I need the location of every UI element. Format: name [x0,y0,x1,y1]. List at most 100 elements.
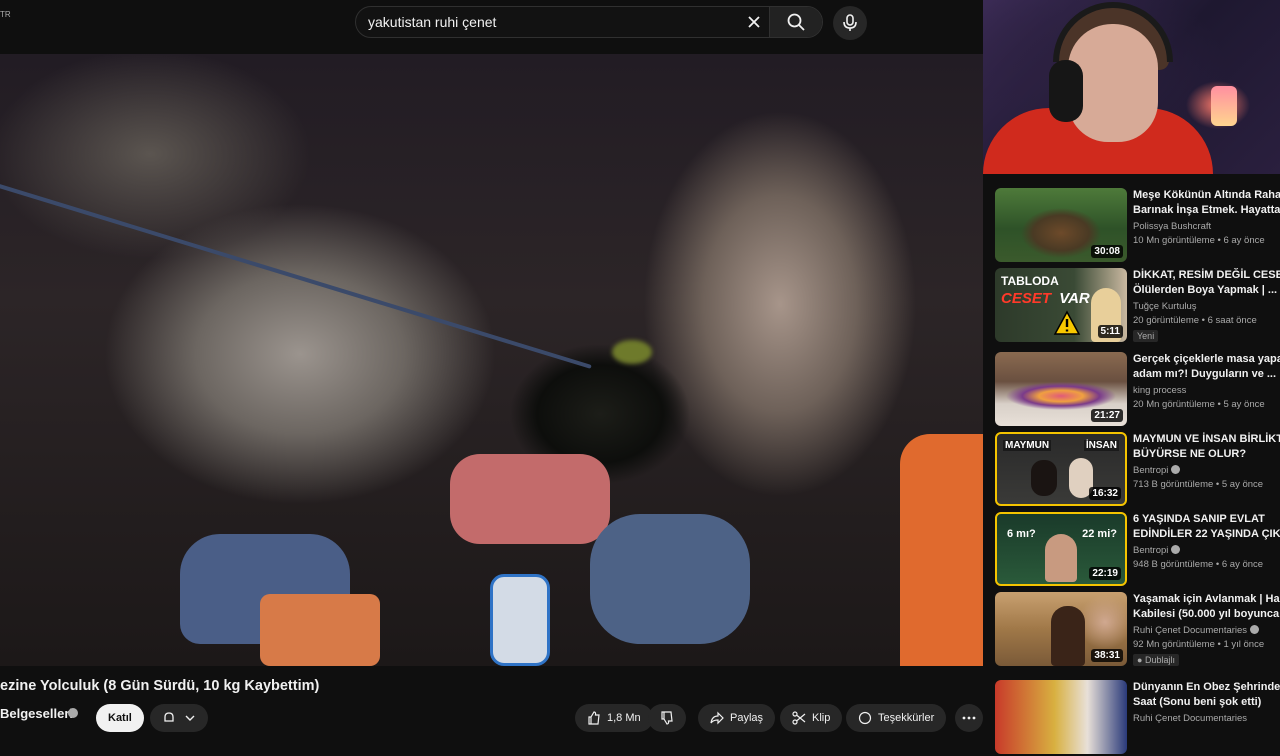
video-duration: 21:27 [1091,409,1123,422]
clip-button[interactable]: Klip [780,704,843,732]
more-actions-button[interactable] [955,704,983,732]
video-thumbnail[interactable]: 21:27 [995,352,1127,426]
clip-label: Klip [812,712,831,724]
video-meta: 10 Mn görüntüleme • 6 ay önce [1133,235,1265,246]
video-channel[interactable]: Tuğçe Kurtuluş [1133,301,1280,312]
video-meta: 713 B görüntüleme • 5 ay önce [1133,479,1264,490]
video-thumbnail[interactable]: TABLODA CESET VAR 5:11 [995,268,1127,342]
dubbed-icon: ● [1137,655,1143,665]
like-count: 1,8 Mn [607,712,641,724]
recommended-video[interactable]: TABLODA CESET VAR 5:11 DİKKAT, RESİM DEĞ… [995,268,1280,344]
video-scene-rope [0,172,592,369]
webcam-lamp [1211,86,1237,126]
video-title[interactable]: adam mı?! Duyguların ve ... [1133,367,1280,382]
video-title[interactable]: EDİNDİLER 22 YAŞINDA ÇIKTI [1133,527,1280,542]
video-scene-bag [260,594,380,666]
thanks-label: Teşekkürler [878,712,935,724]
video-title[interactable]: Dünyanın En Obez Şehrinde 24 [1133,680,1280,695]
recommended-video[interactable]: 30:08 Meşe Kökünün Altında Rahat B Barın… [995,188,1280,264]
video-info: Meşe Kökünün Altında Rahat B Barınak İnş… [1133,188,1280,246]
verified-icon [1171,545,1181,554]
verified-icon [1250,625,1260,634]
search-icon [787,13,805,31]
video-channel[interactable]: Ruhi Çenet Documentaries [1133,625,1280,636]
video-title[interactable]: Barınak İnşa Etmek. Hayatta ... [1133,203,1280,218]
thumbnail-monkey [1031,460,1057,496]
video-meta: 948 B görüntüleme • 6 ay önce [1133,559,1264,570]
scissors-icon [792,711,806,725]
headset-icon [1053,2,1173,62]
video-title[interactable]: Kabilesi (50.000 yıl boyunca ... [1133,607,1280,622]
channel-label: Bentropi [1133,465,1169,476]
video-title[interactable]: Ölülerden Boya Yapmak | ... [1133,283,1280,298]
new-badge: Yeni [1133,330,1159,342]
thumbnail-text: CESET VAR [1001,290,1090,307]
video-title[interactable]: Gerçek çiçeklerle masa yapan [1133,352,1280,367]
video-channel[interactable]: Bentropi [1133,545,1280,556]
video-title[interactable]: 6 YAŞINDA SANIP EVLAT [1133,512,1280,527]
video-thumbnail[interactable] [995,680,1127,754]
share-label: Paylaş [730,712,764,724]
subscribe-bell-button[interactable] [150,704,208,732]
recommended-video[interactable]: MAYMUN İNSAN 16:32 MAYMUN VE İNSAN BİRLİ… [995,432,1280,508]
verified-icon [68,708,78,718]
video-meta: 20 Mn görüntüleme • 5 ay önce [1133,399,1265,410]
search-input[interactable]: yakutistan ruhi çenet [356,14,739,30]
video-channel[interactable]: Bentropi [1133,465,1280,476]
thanks-button[interactable]: Teşekkürler [846,704,947,732]
video-title[interactable]: DİKKAT, RESİM DEĞİL CESET! [1133,268,1280,283]
video-channel[interactable]: Ruhi Çenet Documentaries [1133,713,1280,724]
dubbed-label: Dublajlı [1144,655,1175,665]
video-title[interactable]: Meşe Kökünün Altında Rahat B [1133,188,1280,203]
video-thumbnail[interactable]: MAYMUN İNSAN 16:32 [995,432,1127,506]
video-title[interactable]: MAYMUN VE İNSAN BİRLİKTE [1133,432,1280,447]
share-icon [710,711,724,725]
video-meta: 92 Mn görüntüleme • 1 yıl önce [1133,639,1265,650]
recommended-video[interactable]: 6 mı? 22 mi? 22:19 6 YAŞINDA SANIP EVLAT… [995,512,1280,588]
chevron-down-icon [185,715,195,721]
video-thumbnail[interactable]: 6 mı? 22 mi? 22:19 [995,512,1127,586]
video-title[interactable]: Yaşamak için Avlanmak | Hadz [1133,592,1280,607]
join-button[interactable]: Katıl [96,704,144,732]
thumbnail-text: TABLODA [1001,274,1059,288]
video-thumbnail[interactable]: 30:08 [995,188,1127,262]
video-scene-jacket [900,434,983,666]
thumbnail-text: MAYMUN [1003,440,1052,451]
recommended-video[interactable]: Dünyanın En Obez Şehrinde 24 Saat (Sonu … [995,680,1280,756]
video-player[interactable] [0,54,983,666]
video-duration: 38:31 [1091,649,1123,662]
video-thumbnail[interactable]: 38:31 [995,592,1127,666]
video-meta: 20 görüntüleme • 6 saat önce [1133,315,1257,326]
thumbnail-person [1045,534,1077,582]
video-channel[interactable]: king process [1133,385,1280,396]
warning-icon [1053,310,1081,335]
video-duration: 30:08 [1091,245,1123,258]
video-channel[interactable]: Polissya Bushcraft [1133,221,1280,232]
video-scene-helmet [612,340,652,364]
thumbnail-text-red: CESET [1001,290,1052,307]
channel-name[interactable]: Belgeselleri [0,706,73,721]
channel-label: Ruhi Çenet Documentaries [1133,625,1248,636]
like-button[interactable]: 1,8 Mn [575,704,653,732]
video-title[interactable]: Saat (Sonu beni şok etti) [1133,695,1280,710]
dislike-button[interactable] [648,704,686,732]
recommended-video[interactable]: 21:27 Gerçek çiçeklerle masa yapan adam … [995,352,1280,428]
voice-search-button[interactable] [833,6,867,40]
thumbnail-text: 22 mi? [1082,528,1117,540]
recommended-video[interactable]: 38:31 Yaşamak için Avlanmak | Hadz Kabil… [995,592,1280,668]
thumbs-down-icon [661,711,673,725]
video-info: MAYMUN VE İNSAN BİRLİKTE BÜYÜRSE NE OLUR… [1133,432,1280,490]
share-button[interactable]: Paylaş [698,704,776,732]
video-scene-bottle [490,574,550,666]
channel-label: Bentropi [1133,545,1169,556]
search-box[interactable]: yakutistan ruhi çenet [355,6,823,38]
clear-search-button[interactable] [739,7,769,37]
search-button[interactable] [769,7,822,37]
video-title[interactable]: BÜYÜRSE NE OLUR? [1133,447,1280,462]
bell-icon [164,712,174,722]
video-info: Gerçek çiçeklerle masa yapan adam mı?! D… [1133,352,1280,410]
close-icon [748,16,760,28]
video-info: Dünyanın En Obez Şehrinde 24 Saat (Sonu … [1133,680,1280,724]
video-duration: 16:32 [1089,487,1121,500]
thumbnail-text-white: VAR [1059,290,1090,307]
